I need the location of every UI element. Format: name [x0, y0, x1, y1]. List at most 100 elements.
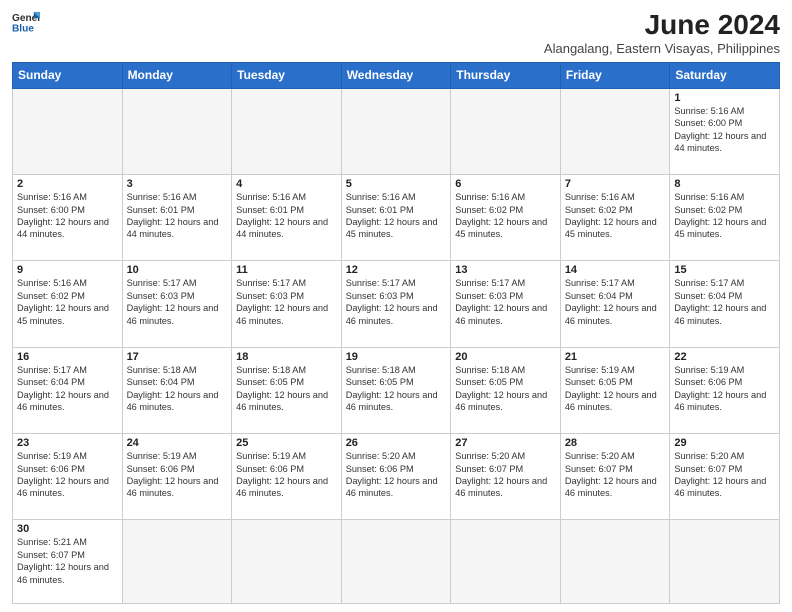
table-row: 9Sunrise: 5:16 AM Sunset: 6:02 PM Daylig…: [13, 261, 123, 347]
table-row: 6Sunrise: 5:16 AM Sunset: 6:02 PM Daylig…: [451, 175, 561, 261]
day-info: Sunrise: 5:20 AM Sunset: 6:07 PM Dayligh…: [674, 450, 775, 500]
table-row: 10Sunrise: 5:17 AM Sunset: 6:03 PM Dayli…: [122, 261, 232, 347]
table-row: [560, 88, 670, 174]
calendar-header-row: Sunday Monday Tuesday Wednesday Thursday…: [13, 62, 780, 88]
table-row: 8Sunrise: 5:16 AM Sunset: 6:02 PM Daylig…: [670, 175, 780, 261]
col-sunday: Sunday: [13, 62, 123, 88]
day-number: 4: [236, 178, 337, 190]
day-number: 20: [455, 351, 556, 363]
day-number: 9: [17, 264, 118, 276]
col-thursday: Thursday: [451, 62, 561, 88]
header: General Blue June 2024 Alangalang, Easte…: [12, 10, 780, 56]
day-number: 29: [674, 437, 775, 449]
day-number: 30: [17, 523, 118, 535]
table-row: 14Sunrise: 5:17 AM Sunset: 6:04 PM Dayli…: [560, 261, 670, 347]
day-number: 27: [455, 437, 556, 449]
col-friday: Friday: [560, 62, 670, 88]
day-info: Sunrise: 5:18 AM Sunset: 6:04 PM Dayligh…: [127, 364, 228, 414]
day-number: 17: [127, 351, 228, 363]
table-row: 18Sunrise: 5:18 AM Sunset: 6:05 PM Dayli…: [232, 347, 342, 433]
day-info: Sunrise: 5:19 AM Sunset: 6:06 PM Dayligh…: [236, 450, 337, 500]
table-row: [232, 520, 342, 604]
table-row: [341, 88, 451, 174]
table-row: [122, 88, 232, 174]
day-info: Sunrise: 5:18 AM Sunset: 6:05 PM Dayligh…: [455, 364, 556, 414]
day-info: Sunrise: 5:19 AM Sunset: 6:05 PM Dayligh…: [565, 364, 666, 414]
table-row: 29Sunrise: 5:20 AM Sunset: 6:07 PM Dayli…: [670, 434, 780, 520]
table-row: 16Sunrise: 5:17 AM Sunset: 6:04 PM Dayli…: [13, 347, 123, 433]
table-row: 15Sunrise: 5:17 AM Sunset: 6:04 PM Dayli…: [670, 261, 780, 347]
calendar-week-row: 30Sunrise: 5:21 AM Sunset: 6:07 PM Dayli…: [13, 520, 780, 604]
table-row: 7Sunrise: 5:16 AM Sunset: 6:02 PM Daylig…: [560, 175, 670, 261]
table-row: 4Sunrise: 5:16 AM Sunset: 6:01 PM Daylig…: [232, 175, 342, 261]
day-info: Sunrise: 5:17 AM Sunset: 6:04 PM Dayligh…: [674, 277, 775, 327]
day-info: Sunrise: 5:20 AM Sunset: 6:07 PM Dayligh…: [565, 450, 666, 500]
day-number: 5: [346, 178, 447, 190]
day-number: 7: [565, 178, 666, 190]
day-number: 15: [674, 264, 775, 276]
table-row: 27Sunrise: 5:20 AM Sunset: 6:07 PM Dayli…: [451, 434, 561, 520]
calendar-week-row: 23 Sunrise: 5:19 AM Sunset: 6:06 PM Dayli…: [13, 434, 780, 520]
day-info: Sunrise: 5:16 AM Sunset: 6:01 PM Dayligh…: [346, 191, 447, 241]
day-info: Sunrise: 5:19 AM Sunset: 6:06 PM Dayligh…: [674, 364, 775, 414]
table-row: 13Sunrise: 5:17 AM Sunset: 6:03 PM Dayli…: [451, 261, 561, 347]
day-number: 3: [127, 178, 228, 190]
table-row: 17Sunrise: 5:18 AM Sunset: 6:04 PM Dayli…: [122, 347, 232, 433]
table-row: 20Sunrise: 5:18 AM Sunset: 6:05 PM Dayli…: [451, 347, 561, 433]
table-row: 24Sunrise: 5:19 AM Sunset: 6:06 PM Dayli…: [122, 434, 232, 520]
day-info: Sunrise: 5:17 AM Sunset: 6:03 PM Dayligh…: [236, 277, 337, 327]
month-year-title: June 2024: [544, 10, 780, 41]
day-info: Sunrise: 5:18 AM Sunset: 6:05 PM Dayligh…: [236, 364, 337, 414]
table-row: 1Sunrise: 5:16 AM Sunset: 6:00 PM Daylig…: [670, 88, 780, 174]
location-subtitle: Alangalang, Eastern Visayas, Philippines: [544, 41, 780, 56]
day-info: Sunrise: 5:16 AM Sunset: 6:02 PM Dayligh…: [565, 191, 666, 241]
table-row: [13, 88, 123, 174]
day-info: Sunrise: 5:16 AM Sunset: 6:00 PM Dayligh…: [674, 105, 775, 155]
table-row: [670, 520, 780, 604]
day-number: 23: [17, 437, 118, 449]
table-row: [451, 520, 561, 604]
day-number: 10: [127, 264, 228, 276]
col-wednesday: Wednesday: [341, 62, 451, 88]
day-number: 26: [346, 437, 447, 449]
table-row: 28Sunrise: 5:20 AM Sunset: 6:07 PM Dayli…: [560, 434, 670, 520]
calendar-table: Sunday Monday Tuesday Wednesday Thursday…: [12, 62, 780, 604]
day-number: 2: [17, 178, 118, 190]
day-info: Sunrise: 5:17 AM Sunset: 6:03 PM Dayligh…: [455, 277, 556, 327]
table-row: 22Sunrise: 5:19 AM Sunset: 6:06 PM Dayli…: [670, 347, 780, 433]
page: General Blue June 2024 Alangalang, Easte…: [0, 0, 792, 612]
day-info: Sunrise: 5:16 AM Sunset: 6:01 PM Dayligh…: [236, 191, 337, 241]
day-number: 8: [674, 178, 775, 190]
day-number: 24: [127, 437, 228, 449]
day-info: Sunrise: 5:21 AM Sunset: 6:07 PM Dayligh…: [17, 536, 118, 586]
table-row: [232, 88, 342, 174]
day-info: Sunrise: 5:17 AM Sunset: 6:03 PM Dayligh…: [127, 277, 228, 327]
day-info: Sunrise: 5:16 AM Sunset: 6:02 PM Dayligh…: [674, 191, 775, 241]
calendar-week-row: 2Sunrise: 5:16 AM Sunset: 6:00 PM Daylig…: [13, 175, 780, 261]
col-tuesday: Tuesday: [232, 62, 342, 88]
table-row: 12Sunrise: 5:17 AM Sunset: 6:03 PM Dayli…: [341, 261, 451, 347]
day-number: 21: [565, 351, 666, 363]
day-number: 1: [674, 92, 775, 104]
table-row: 25Sunrise: 5:19 AM Sunset: 6:06 PM Dayli…: [232, 434, 342, 520]
calendar-week-row: 16Sunrise: 5:17 AM Sunset: 6:04 PM Dayli…: [13, 347, 780, 433]
table-row: 21Sunrise: 5:19 AM Sunset: 6:05 PM Dayli…: [560, 347, 670, 433]
svg-text:Blue: Blue: [12, 23, 34, 34]
day-number: 25: [236, 437, 337, 449]
day-info: Sunrise: 5:17 AM Sunset: 6:04 PM Dayligh…: [17, 364, 118, 414]
day-info: Sunrise: 5:16 AM Sunset: 6:02 PM Dayligh…: [17, 277, 118, 327]
col-monday: Monday: [122, 62, 232, 88]
day-info: Sunrise: 5:16 AM Sunset: 6:01 PM Dayligh…: [127, 191, 228, 241]
title-block: June 2024 Alangalang, Eastern Visayas, P…: [544, 10, 780, 56]
day-info: Sunrise: 5:20 AM Sunset: 6:07 PM Dayligh…: [455, 450, 556, 500]
logo: General Blue: [12, 10, 40, 34]
day-number: 6: [455, 178, 556, 190]
day-info: Sunrise: 5:17 AM Sunset: 6:04 PM Dayligh…: [565, 277, 666, 327]
table-row: 3Sunrise: 5:16 AM Sunset: 6:01 PM Daylig…: [122, 175, 232, 261]
day-info: Sunrise: 5:17 AM Sunset: 6:03 PM Dayligh…: [346, 277, 447, 327]
day-info: Sunrise: 5:16 AM Sunset: 6:02 PM Dayligh…: [455, 191, 556, 241]
table-row: 30Sunrise: 5:21 AM Sunset: 6:07 PM Dayli…: [13, 520, 123, 604]
calendar-week-row: 1Sunrise: 5:16 AM Sunset: 6:00 PM Daylig…: [13, 88, 780, 174]
day-number: 28: [565, 437, 666, 449]
table-row: [451, 88, 561, 174]
